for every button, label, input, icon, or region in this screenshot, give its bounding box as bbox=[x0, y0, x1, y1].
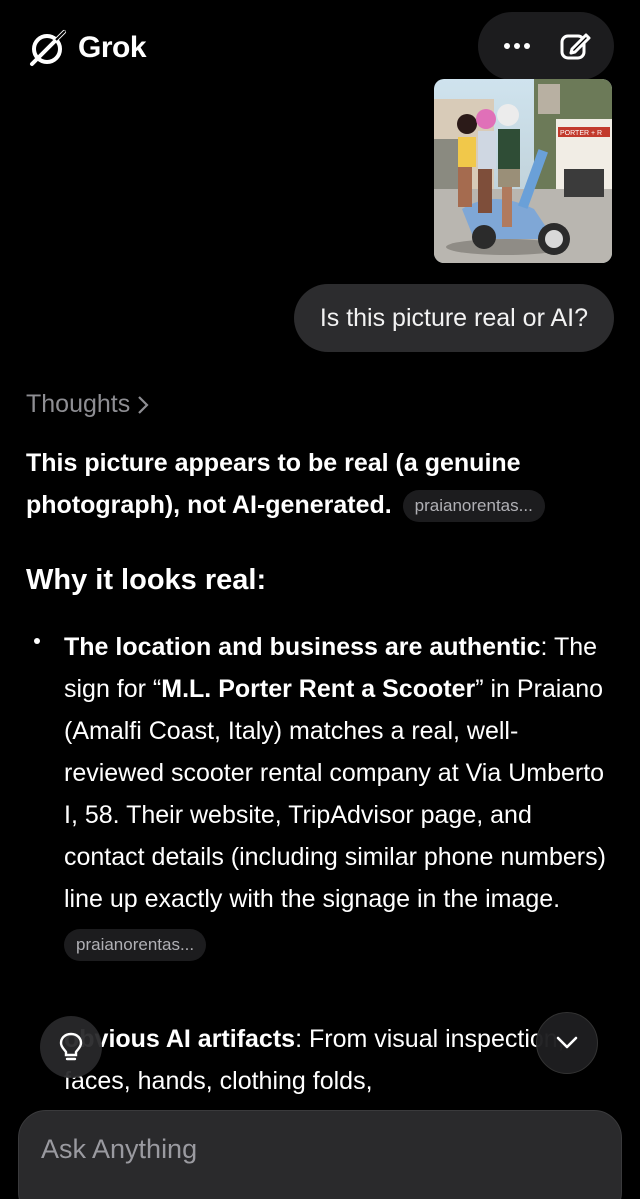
section-heading: Why it looks real: bbox=[26, 564, 267, 596]
thoughts-toggle[interactable]: Thoughts bbox=[26, 390, 150, 419]
app-name: Grok bbox=[78, 31, 147, 64]
source-chip[interactable]: praianorentas... bbox=[64, 929, 207, 962]
shop-sign-text: PORTER + R bbox=[560, 130, 602, 137]
chevron-right-icon bbox=[138, 395, 149, 414]
more-horizontal-icon bbox=[504, 43, 530, 49]
edit-icon bbox=[560, 33, 591, 60]
more-options-button[interactable] bbox=[493, 22, 541, 70]
top-bar: Grok bbox=[0, 0, 640, 90]
suggestions-button[interactable] bbox=[40, 1016, 102, 1078]
grok-logo-icon bbox=[30, 30, 66, 66]
bullet-lead: The location and business are authentic bbox=[64, 633, 541, 661]
thoughts-label: Thoughts bbox=[26, 390, 131, 418]
bullet-dot bbox=[34, 638, 40, 644]
message-input[interactable] bbox=[41, 1129, 601, 1169]
lightbulb-icon bbox=[59, 1032, 83, 1061]
composer bbox=[18, 1110, 622, 1199]
chevron-down-icon bbox=[556, 1036, 578, 1049]
source-chip[interactable]: praianorentas... bbox=[402, 490, 545, 523]
new-chat-button[interactable] bbox=[551, 22, 599, 70]
user-message-bubble: Is this picture real or AI? bbox=[293, 284, 614, 352]
answer-summary: This picture appears to be real (a genui… bbox=[26, 442, 616, 526]
list-item: obvious AI artifacts: From visual inspec… bbox=[64, 1018, 616, 1102]
top-actions bbox=[478, 12, 614, 80]
business-name: M.L. Porter Rent a Scooter bbox=[161, 675, 476, 703]
grok-logo[interactable]: Grok bbox=[26, 26, 147, 70]
bullet-text-part: ” in Praiano (Amalfi Coast, Italy) match… bbox=[64, 675, 606, 913]
scroll-down-button[interactable] bbox=[536, 1012, 598, 1074]
bullet-text: The location and business are authentic:… bbox=[64, 626, 616, 962]
uploaded-photo[interactable]: PORTER + R bbox=[434, 79, 612, 263]
